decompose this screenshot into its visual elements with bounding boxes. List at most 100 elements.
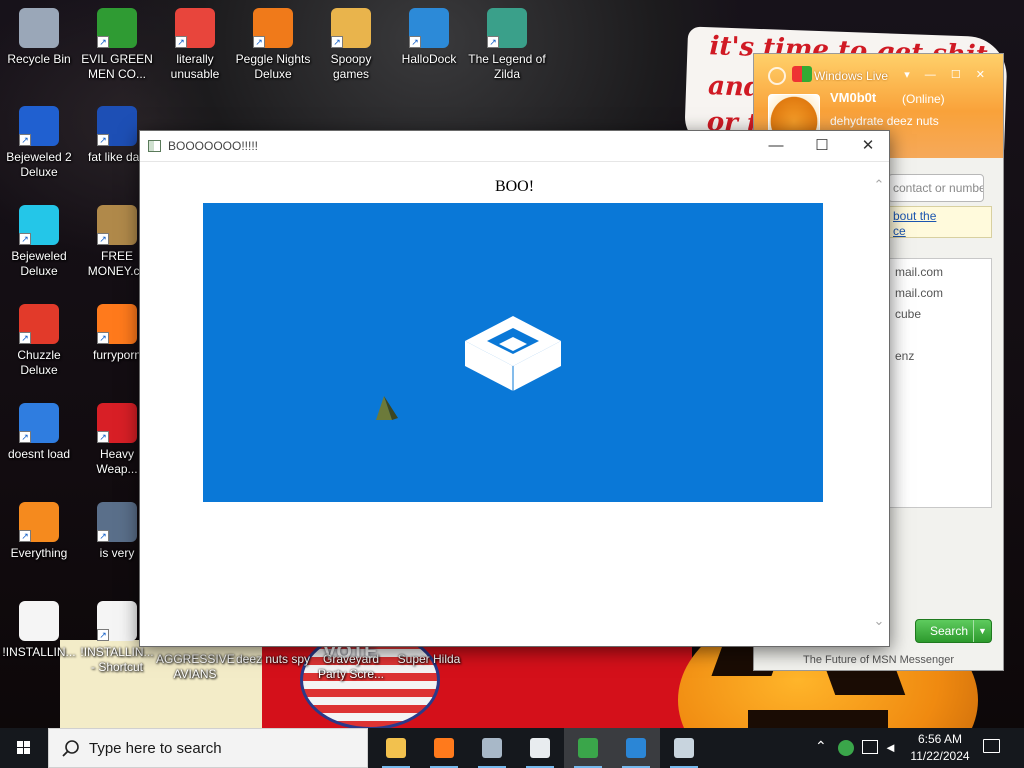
desktop-icon[interactable]: ↗ Everything (0, 502, 78, 561)
desktop-icon[interactable]: ↗ The Legend of Zilda (468, 8, 546, 82)
boo-window[interactable]: BOOOOOOO!!!!! — ☐ ✕ BOO! ⌃ ⌄ (139, 130, 890, 647)
recycle-bin-icon (19, 8, 59, 48)
cursor-pointer-icon (376, 396, 398, 420)
radiation-icon: ↗ (97, 403, 137, 443)
desktop-icon-label: literally unusable (170, 52, 220, 81)
shortcut-arrow-icon: ↗ (331, 36, 343, 48)
taskbar-search-box[interactable]: Type here to search (48, 728, 368, 768)
desktop-icon[interactable]: Graveyard Party Scre... (312, 652, 390, 682)
volume-icon[interactable]: ◄ (884, 740, 897, 755)
taskbar: Type here to search ⌃ ◄ 6:56 AM 11/22/20… (0, 728, 1024, 768)
desktop-icon[interactable]: ↗ Spoopy games (312, 8, 390, 82)
peggle-icon: ↗ (253, 8, 293, 48)
clock[interactable]: 6:56 AM 11/22/2024 (908, 731, 972, 765)
text-file-icon: ↗ (97, 601, 137, 641)
minimize-button[interactable]: — (753, 131, 799, 161)
desktop-icon-label: doesnt load (7, 447, 71, 461)
scroll-down-icon[interactable]: ⌄ (873, 614, 885, 627)
msn-contact[interactable]: mail.com (895, 265, 943, 279)
network-icon[interactable] (862, 740, 878, 754)
desktop-icon-label: Bejeweled Deluxe (11, 249, 67, 278)
people-icon: ↗ (97, 8, 137, 48)
mpl-icon: ↗ (97, 106, 137, 146)
desktop-icon[interactable]: ↗ doesnt load (0, 403, 78, 462)
shortcut-arrow-icon: ↗ (19, 233, 31, 245)
shortcut-arrow-icon: ↗ (19, 530, 31, 542)
msn-notice: bout the ce (888, 206, 992, 238)
desktop-icon-label: Peggle Nights Deluxe (235, 52, 311, 81)
desktop-icon-label: Recycle Bin (7, 52, 71, 66)
desktop-icon-label: HalloDock (401, 52, 457, 66)
msn-search-button-label: Search (930, 624, 969, 638)
taskbar-app-firefox[interactable] (420, 728, 468, 768)
msn-search-input[interactable]: contact or numbe (888, 174, 984, 202)
scroll-up-icon[interactable]: ⌃ (873, 178, 885, 191)
msn-status[interactable]: (Online) (902, 92, 945, 106)
msn-personal-message[interactable]: dehydrate deez nuts (830, 114, 939, 128)
maximize-button[interactable]: ☐ (799, 131, 845, 161)
taskbar-app-app-7[interactable] (660, 728, 708, 768)
taskbar-app-app-3[interactable] (468, 728, 516, 768)
desktop-icon-label: AGGRESSIVE AVIANS (156, 652, 235, 681)
taskbar-app-sandbox[interactable] (612, 728, 660, 768)
msn-notice-link[interactable]: bout the (893, 209, 936, 224)
desktop-icon-label: Chuzzle Deluxe (17, 348, 61, 377)
image-viewer-icon (674, 738, 694, 758)
app-icon (148, 140, 161, 152)
shortcut-arrow-icon: ↗ (19, 134, 31, 146)
desktop-icon[interactable]: !INSTALLIN... (0, 601, 78, 660)
chevron-up-icon[interactable]: ⌃ (815, 738, 827, 755)
chevron-down-icon[interactable]: ▼ (973, 620, 991, 642)
desktop-icon[interactable]: ↗ literally unusable (156, 8, 234, 82)
msn-contact[interactable]: cube (895, 307, 921, 321)
shortcut-arrow-icon: ↗ (97, 629, 109, 641)
stacked-windows-icon (482, 738, 502, 758)
msn-window-controls[interactable]: ▾ — ☐ ✕ (904, 68, 991, 81)
desktop-icon[interactable]: Recycle Bin (0, 8, 78, 67)
desktop-icon-label: Bejeweled 2 Deluxe (6, 150, 72, 179)
shortcut-arrow-icon: ↗ (97, 530, 109, 542)
desktop-icon[interactable]: ↗ EVIL GREEN MEN CO... (78, 8, 156, 82)
window-titlebar[interactable]: BOOOOOOO!!!!! — ☐ ✕ (140, 131, 889, 162)
msn-search-button[interactable]: Search ▼ (915, 619, 992, 643)
taskbar-app-msn-messenger[interactable] (564, 728, 612, 768)
msn-tray-icon[interactable] (838, 740, 854, 756)
firefox-icon: ↗ (97, 304, 137, 344)
shortcut-arrow-icon: ↗ (97, 134, 109, 146)
msn-contact[interactable]: enz (895, 349, 914, 363)
diamond-icon: ↗ (19, 205, 59, 245)
msn-contact[interactable]: mail.com (895, 286, 943, 300)
zilda-icon: ↗ (487, 8, 527, 48)
shortcut-arrow-icon: ↗ (97, 431, 109, 443)
desktop-icon[interactable]: deez nuts spy (234, 652, 312, 667)
desktop-icon[interactable]: ↗ Chuzzle Deluxe (0, 304, 78, 378)
desktop-icon[interactable]: ↗ Bejeweled Deluxe (0, 205, 78, 279)
clock-time: 6:56 AM (917, 732, 963, 746)
chuzzle-icon: ↗ (19, 304, 59, 344)
msn-people-icon (578, 738, 598, 758)
msn-notice-link[interactable]: ce (893, 224, 906, 239)
msn-display-name[interactable]: VM0b0t (830, 90, 876, 105)
desktop-icon[interactable]: ↗ Peggle Nights Deluxe (234, 8, 312, 82)
notification-icon[interactable] (983, 739, 1000, 753)
sandbox-box-icon (626, 738, 646, 758)
bejeweled2-icon: ↗ (19, 106, 59, 146)
desktop-icon[interactable]: ↗ HalloDock (390, 8, 468, 67)
shortcut-arrow-icon: ↗ (97, 233, 109, 245)
clock-date: 11/22/2024 (910, 749, 970, 763)
msn-back-icon[interactable] (768, 67, 786, 85)
windows-shield-icon: ↗ (409, 8, 449, 48)
start-button[interactable] (0, 728, 48, 768)
desktop-icon[interactable]: AGGRESSIVE AVIANS (156, 652, 235, 682)
taskbar-app-app-4[interactable] (516, 728, 564, 768)
taskbar-app-file-explorer[interactable] (372, 728, 420, 768)
search-icon (62, 740, 79, 757)
desktop-icon[interactable]: ↗ Bejeweled 2 Deluxe (0, 106, 78, 180)
shortcut-arrow-icon: ↗ (97, 332, 109, 344)
desktop-icon[interactable]: Super Hilda (390, 652, 468, 667)
desktop-icon-label: Everything (10, 546, 68, 560)
msn-footer: The Future of MSN Messenger (802, 654, 954, 666)
money-bag-icon: ↗ (97, 205, 137, 245)
close-button[interactable]: ✕ (845, 131, 891, 161)
msn-contact-list: mail.com mail.com cube enz (888, 258, 992, 508)
